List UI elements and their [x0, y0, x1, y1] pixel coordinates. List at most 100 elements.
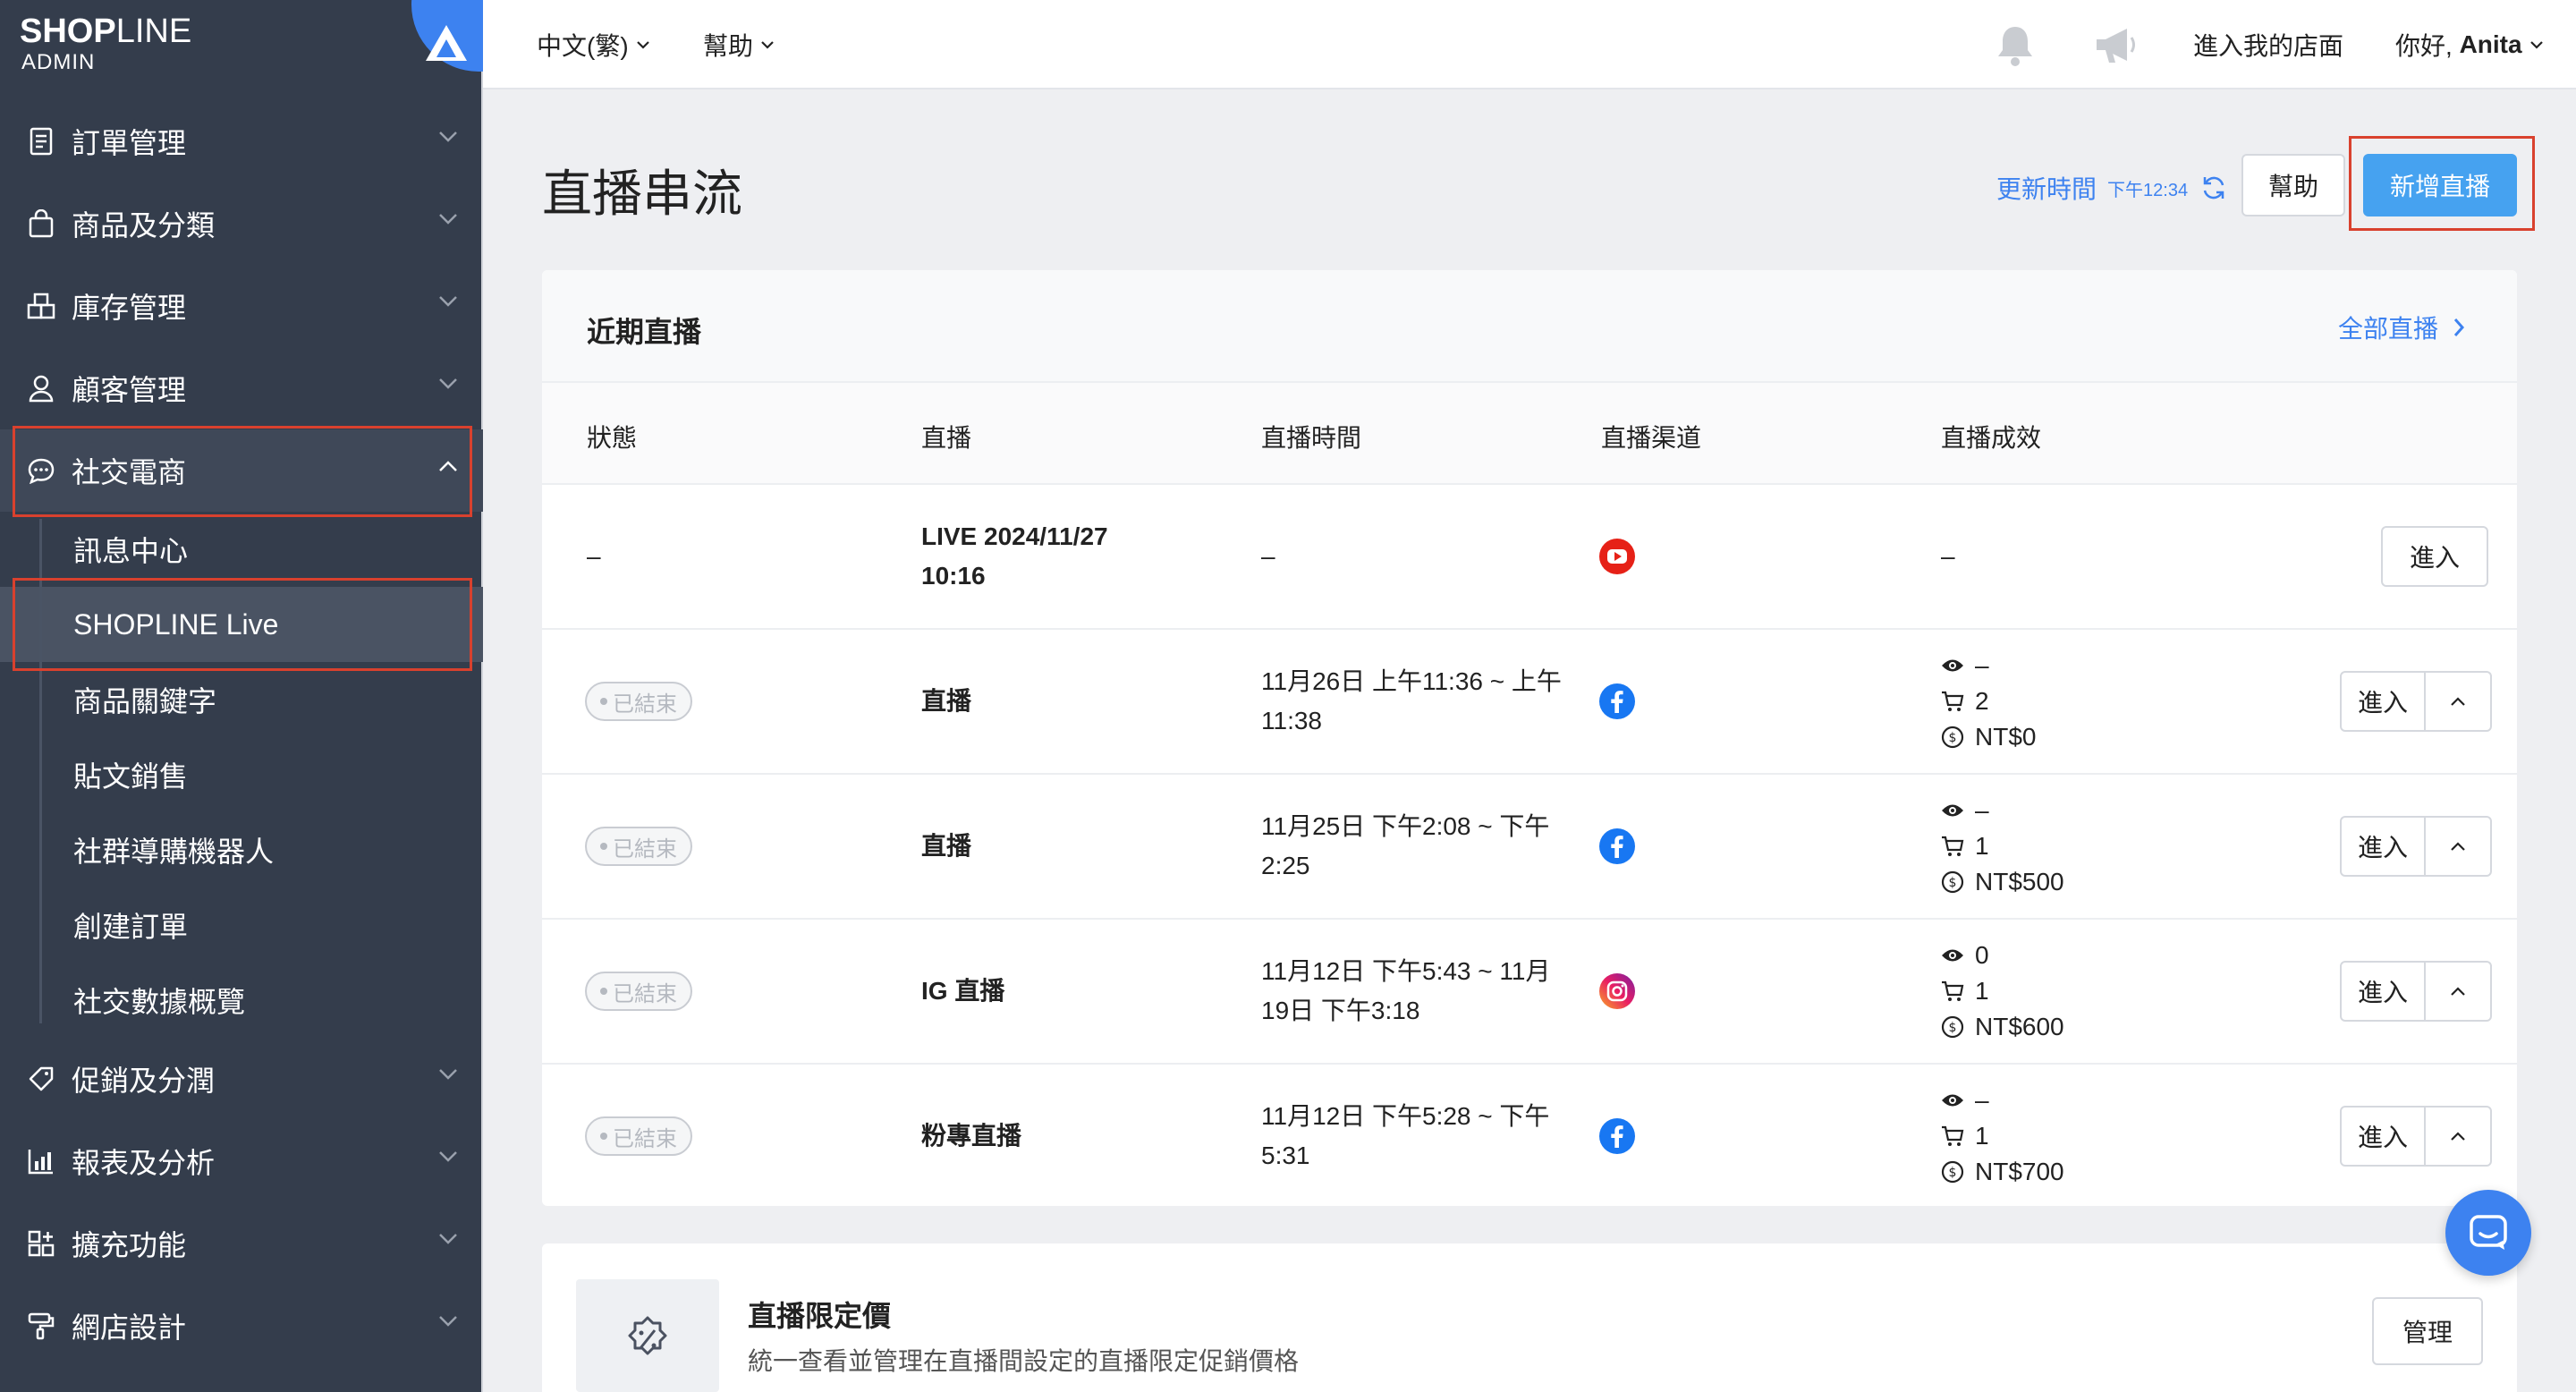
all-lives-link[interactable]: 全部直播: [2338, 310, 2465, 345]
row-live-time: 11月12日 下午5:28 ~ 下午 5:31: [1261, 1097, 1549, 1176]
sidebar-subitem-message-center[interactable]: 訊息中心: [0, 512, 483, 587]
logo-text: SHOPLINE: [20, 13, 192, 50]
greeting-text: 你好,: [2395, 32, 2460, 60]
row-status: –: [587, 542, 601, 570]
orders-line: 1: [1941, 828, 2064, 864]
chevron-up-icon: [2451, 697, 2465, 706]
enter-live-button[interactable]: 進入: [2381, 526, 2489, 587]
inventory-icon: [25, 290, 57, 322]
youtube-icon: [1599, 539, 1635, 574]
row-live-time-line: 11月12日 下午5:28 ~ 下午: [1261, 1102, 1550, 1130]
megaphone-icon[interactable]: [2093, 25, 2141, 66]
enter-live-button[interactable]: 進入: [2342, 673, 2424, 730]
enter-live-button-group: 進入: [2340, 961, 2493, 1022]
sales-value: NT$500: [1975, 868, 2064, 895]
help-dropdown[interactable]: 幫助: [703, 27, 775, 63]
update-time[interactable]: 更新時間 下午12:34: [1996, 170, 2227, 206]
sidebar-subitem-label: 商品關鍵字: [73, 685, 217, 717]
chart-icon: [25, 1145, 57, 1177]
enter-live-button[interactable]: 進入: [2342, 818, 2424, 875]
row-live-name: 粉專直播: [921, 1122, 1022, 1150]
row-performance: – 1 $ NT$500: [1941, 793, 2064, 900]
sidebar-item-products[interactable]: 商品及分類: [0, 182, 483, 265]
bag-icon: [25, 208, 57, 240]
sidebar-item-promotions[interactable]: 促銷及分潤: [0, 1038, 483, 1120]
update-time-label: 更新時間: [1996, 175, 2097, 203]
card-title: 近期直播: [587, 316, 702, 348]
row-live-time-line: 11月25日 下午2:08 ~ 下午: [1261, 812, 1550, 840]
chevron-down-icon: [636, 41, 649, 49]
sidebar-item-reports[interactable]: 報表及分析: [0, 1120, 483, 1202]
manage-button[interactable]: 管理: [2372, 1297, 2483, 1365]
chevron-up-icon: [2451, 1132, 2465, 1141]
views-value: 0: [1975, 941, 1989, 969]
sales-value: NT$600: [1975, 1013, 2064, 1040]
collapse-button[interactable]: [2424, 1108, 2490, 1165]
views-value: –: [1975, 1086, 1989, 1114]
sidebar-item-orders[interactable]: 訂單管理: [0, 100, 483, 182]
sidebar-subitem-post-sales[interactable]: 貼文銷售: [0, 737, 483, 812]
dollar-icon: $: [1941, 726, 1964, 749]
row-live-name: LIVE 2024/11/27 10:16: [921, 517, 1108, 596]
language-label: 中文(繁): [537, 32, 629, 60]
collapse-button[interactable]: [2424, 963, 2490, 1020]
row-live-time-line: 2:25: [1261, 852, 1310, 879]
sales-line: $ NT$0: [1941, 719, 2036, 755]
chevron-down-icon: [761, 41, 774, 49]
chat-support-button[interactable]: [2445, 1190, 2531, 1276]
refresh-icon[interactable]: [2200, 174, 2227, 201]
help-button[interactable]: 幫助: [2241, 154, 2345, 216]
views-line: –: [1941, 1082, 2064, 1118]
sidebar-item-customers[interactable]: 顧客管理: [0, 347, 483, 429]
limited-price-card: 直播限定價 統一查看並管理在直播間設定的直播限定促銷價格 管理: [542, 1243, 2517, 1392]
collapse-button[interactable]: [2424, 673, 2490, 730]
svg-text:$: $: [1949, 876, 1957, 890]
collapse-button[interactable]: [2424, 818, 2490, 875]
status-badge: 已結束: [585, 827, 692, 866]
views-value: –: [1975, 651, 1989, 679]
sidebar-subitem-label: 創建訂單: [73, 911, 189, 943]
row-live-name: 直播: [921, 687, 972, 715]
visit-store-link[interactable]: 進入我的店面: [2193, 27, 2343, 63]
logo[interactable]: SHOPLINE ADMIN: [0, 0, 483, 89]
chevron-down-icon: [439, 214, 457, 225]
user-menu[interactable]: 你好, Anita: [2395, 27, 2544, 63]
orders-line: 2: [1941, 683, 2036, 719]
sales-line: $ NT$700: [1941, 1154, 2064, 1190]
eye-icon: [1942, 659, 1963, 672]
orders-line: 1: [1941, 973, 2064, 1009]
sidebar-subitem-create-order[interactable]: 創建訂單: [0, 887, 483, 963]
svg-text:$: $: [1949, 731, 1957, 745]
visit-store-label: 進入我的店面: [2193, 32, 2344, 60]
orders-value: 2: [1975, 687, 1989, 715]
card-header: 近期直播 全部直播: [542, 270, 2517, 383]
sidebar-subitem-chatbot[interactable]: 社群導購機器人: [0, 812, 483, 887]
sidebar-item-extensions[interactable]: 擴充功能: [0, 1202, 483, 1285]
enter-live-button[interactable]: 進入: [2342, 1108, 2424, 1165]
views-line: –: [1941, 793, 2064, 828]
limited-price-description: 統一查看並管理在直播間設定的直播限定促銷價格: [748, 1347, 1300, 1375]
sidebar-item-label: 促銷及分潤: [72, 1065, 216, 1097]
sales-line: $ NT$600: [1941, 1009, 2064, 1045]
enter-live-button[interactable]: 進入: [2342, 963, 2424, 1020]
language-dropdown[interactable]: 中文(繁): [537, 27, 650, 63]
user-name: Anita: [2459, 30, 2522, 58]
row-performance: – 1 $ NT$700: [1941, 1082, 2064, 1190]
apps-icon: [25, 1227, 57, 1260]
views-value: –: [1975, 796, 1989, 824]
enter-live-button-group: 進入: [2340, 671, 2493, 732]
sidebar-subitem-product-keywords[interactable]: 商品關鍵字: [0, 662, 483, 737]
limited-price-title: 直播限定價: [748, 1300, 892, 1332]
sidebar-item-store-design[interactable]: 網店設計: [0, 1285, 483, 1367]
status-badge: 已結束: [585, 972, 692, 1011]
sidebar-subitem-social-analytics[interactable]: 社交數據概覽: [0, 963, 483, 1038]
paint-roller-icon: [25, 1310, 57, 1342]
bell-icon[interactable]: [1995, 23, 2036, 68]
row-live-name-line: 10:16: [921, 562, 986, 590]
column-header-time: 直播時間: [1261, 424, 1362, 452]
table-row: 已結束 粉專直播 11月12日 下午5:28 ~ 下午 5:31 – 1 $ NT…: [542, 1065, 2517, 1206]
cart-icon: [1942, 836, 1964, 856]
row-live-time: 11月25日 下午2:08 ~ 下午 2:25: [1261, 807, 1549, 886]
sidebar-item-inventory[interactable]: 庫存管理: [0, 265, 483, 347]
facebook-icon: [1599, 683, 1635, 719]
